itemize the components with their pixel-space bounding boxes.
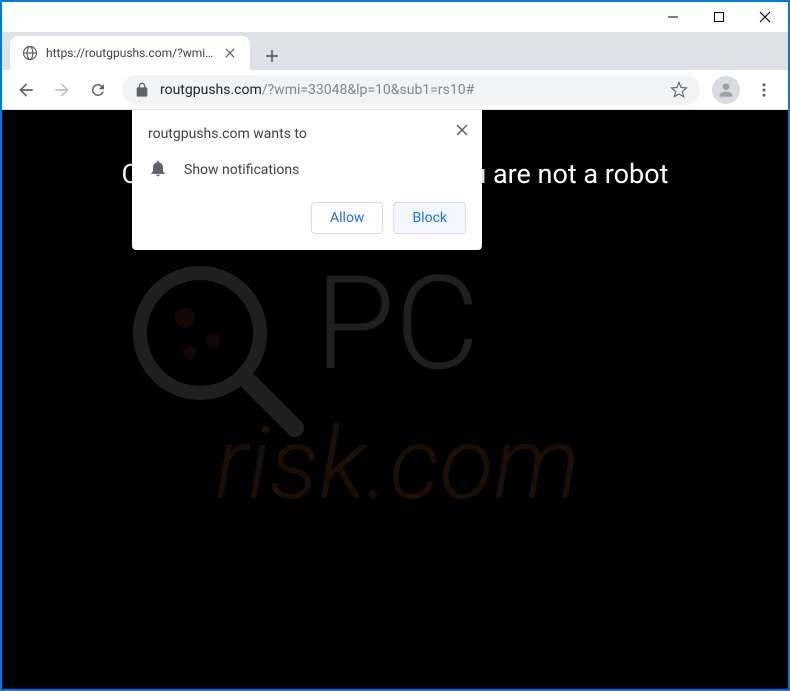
allow-button[interactable]: Allow: [311, 202, 383, 234]
close-icon: [759, 11, 771, 23]
forward-button: [46, 74, 78, 106]
star-icon: [670, 81, 688, 99]
permission-close-button[interactable]: [454, 122, 470, 138]
profile-button[interactable]: [712, 76, 740, 104]
back-button[interactable]: [10, 74, 42, 106]
reload-button[interactable]: [82, 74, 114, 106]
permission-capability-row: Show notifications: [148, 158, 466, 182]
new-tab-button[interactable]: [258, 42, 286, 70]
close-icon: [456, 124, 468, 136]
person-icon: [716, 80, 736, 100]
bookmark-button[interactable]: [670, 81, 688, 99]
lock-icon[interactable]: [134, 82, 150, 98]
bell-icon: [148, 158, 168, 182]
permission-popup: routgpushs.com wants to Show notificatio…: [132, 110, 482, 250]
watermark-bottom: risk.com: [215, 406, 580, 523]
arrow-left-icon: [16, 80, 36, 100]
address-bar[interactable]: routgpushs.com/?wmi=33048&lp=10&sub1=rs1…: [122, 75, 700, 105]
toolbar: routgpushs.com/?wmi=33048&lp=10&sub1=rs1…: [2, 70, 788, 110]
url-path: /?wmi=33048&lp=10&sub1=rs10#: [262, 82, 474, 98]
minimize-button[interactable]: [650, 2, 696, 32]
reload-icon: [89, 81, 107, 99]
close-icon: [225, 48, 235, 58]
globe-icon: [22, 45, 38, 61]
kebab-icon: [755, 81, 773, 99]
url-domain: routgpushs.com: [160, 82, 262, 98]
browser-tab[interactable]: https://routgpushs.com/?wmi=3: [10, 36, 250, 70]
tab-title: https://routgpushs.com/?wmi=3: [46, 46, 214, 60]
block-button[interactable]: Block: [393, 202, 466, 234]
plus-icon: [265, 49, 279, 63]
permission-capability: Show notifications: [184, 162, 299, 178]
permission-buttons: Allow Block: [148, 202, 466, 234]
watermark-top: PC: [315, 248, 479, 400]
url-text: routgpushs.com/?wmi=33048&lp=10&sub1=rs1…: [160, 82, 474, 98]
titlebar: [2, 2, 788, 32]
browser-window: https://routgpushs.com/?wmi=3 routgpushs…: [2, 2, 788, 689]
maximize-button[interactable]: [696, 2, 742, 32]
menu-button[interactable]: [748, 74, 780, 106]
maximize-icon: [713, 11, 725, 23]
permission-origin: routgpushs.com wants to: [148, 126, 466, 142]
tab-close-button[interactable]: [222, 45, 238, 61]
page-content: Click Allow to confirm that you are not …: [2, 110, 788, 689]
tabstrip: https://routgpushs.com/?wmi=3: [2, 32, 788, 70]
close-window-button[interactable]: [742, 2, 788, 32]
minimize-icon: [667, 11, 679, 23]
arrow-right-icon: [52, 80, 72, 100]
watermark: PC risk.com: [95, 248, 695, 552]
